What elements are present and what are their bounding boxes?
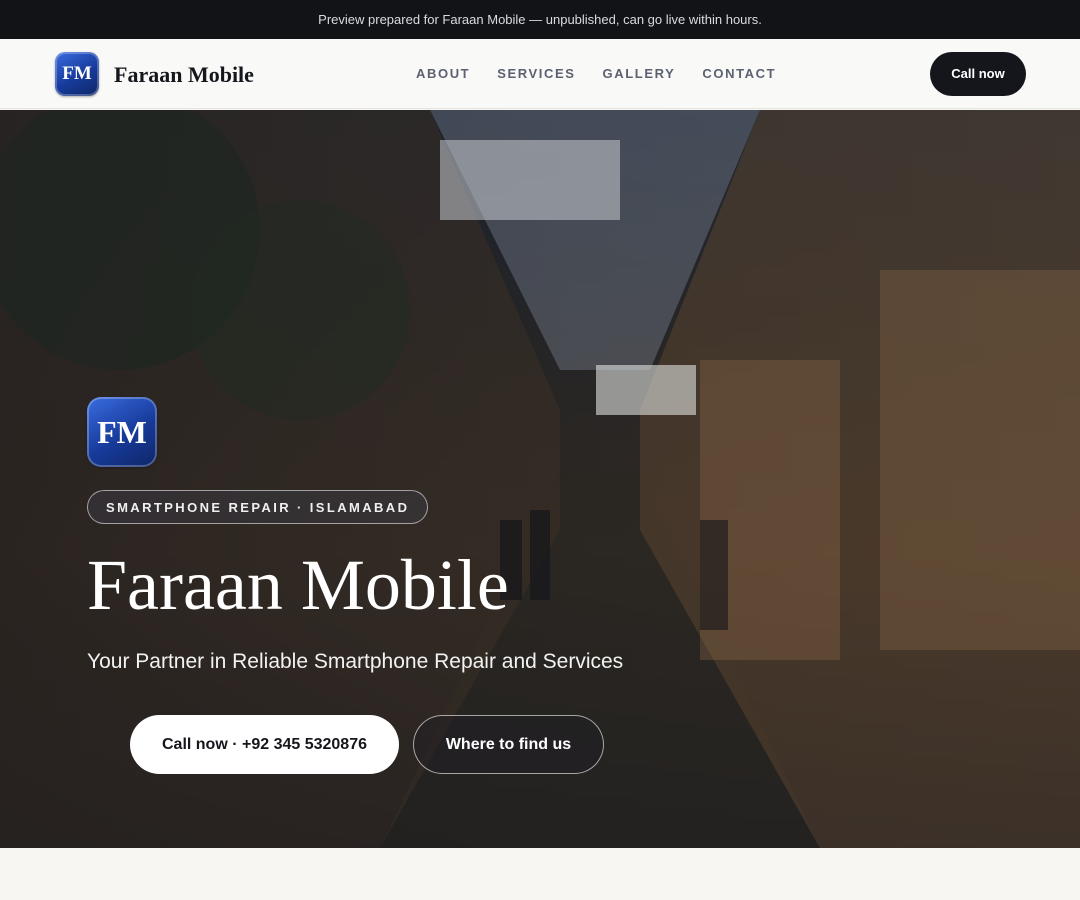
nav-links: ABOUT SERVICES GALLERY CONTACT <box>416 65 803 83</box>
top-navbar: FM Faraan Mobile ABOUT SERVICES GALLERY … <box>0 39 1080 109</box>
call-now-button[interactable]: Call now <box>930 52 1026 96</box>
hero-title: Faraan Mobile <box>87 545 509 625</box>
hero-tagline-badge: SMARTPHONE REPAIR · ISLAMABAD <box>87 490 429 524</box>
brand-logo-text: FM <box>62 63 92 84</box>
preview-banner-text: Preview prepared for Faraan Mobile — unp… <box>318 12 762 27</box>
hero-find-us-button[interactable]: Where to find us <box>413 715 604 774</box>
nav-link-gallery[interactable]: GALLERY <box>603 65 676 83</box>
brand-name[interactable]: Faraan Mobile <box>114 61 254 89</box>
hero-section: FM SMARTPHONE REPAIR · ISLAMABAD Faraan … <box>0 110 1080 848</box>
hero-call-button[interactable]: Call now · +92 345 5320876 <box>130 715 399 774</box>
hero-logo-text: FM <box>97 414 147 450</box>
nav-link-about[interactable]: ABOUT <box>416 65 470 83</box>
brand-logo[interactable]: FM <box>55 52 99 96</box>
hero-logo: FM <box>87 397 157 467</box>
preview-banner: Preview prepared for Faraan Mobile — unp… <box>0 0 1080 39</box>
nav-link-services[interactable]: SERVICES <box>497 65 575 83</box>
hero-subtitle: Your Partner in Reliable Smartphone Repa… <box>87 650 624 673</box>
nav-link-contact[interactable]: CONTACT <box>702 65 776 83</box>
